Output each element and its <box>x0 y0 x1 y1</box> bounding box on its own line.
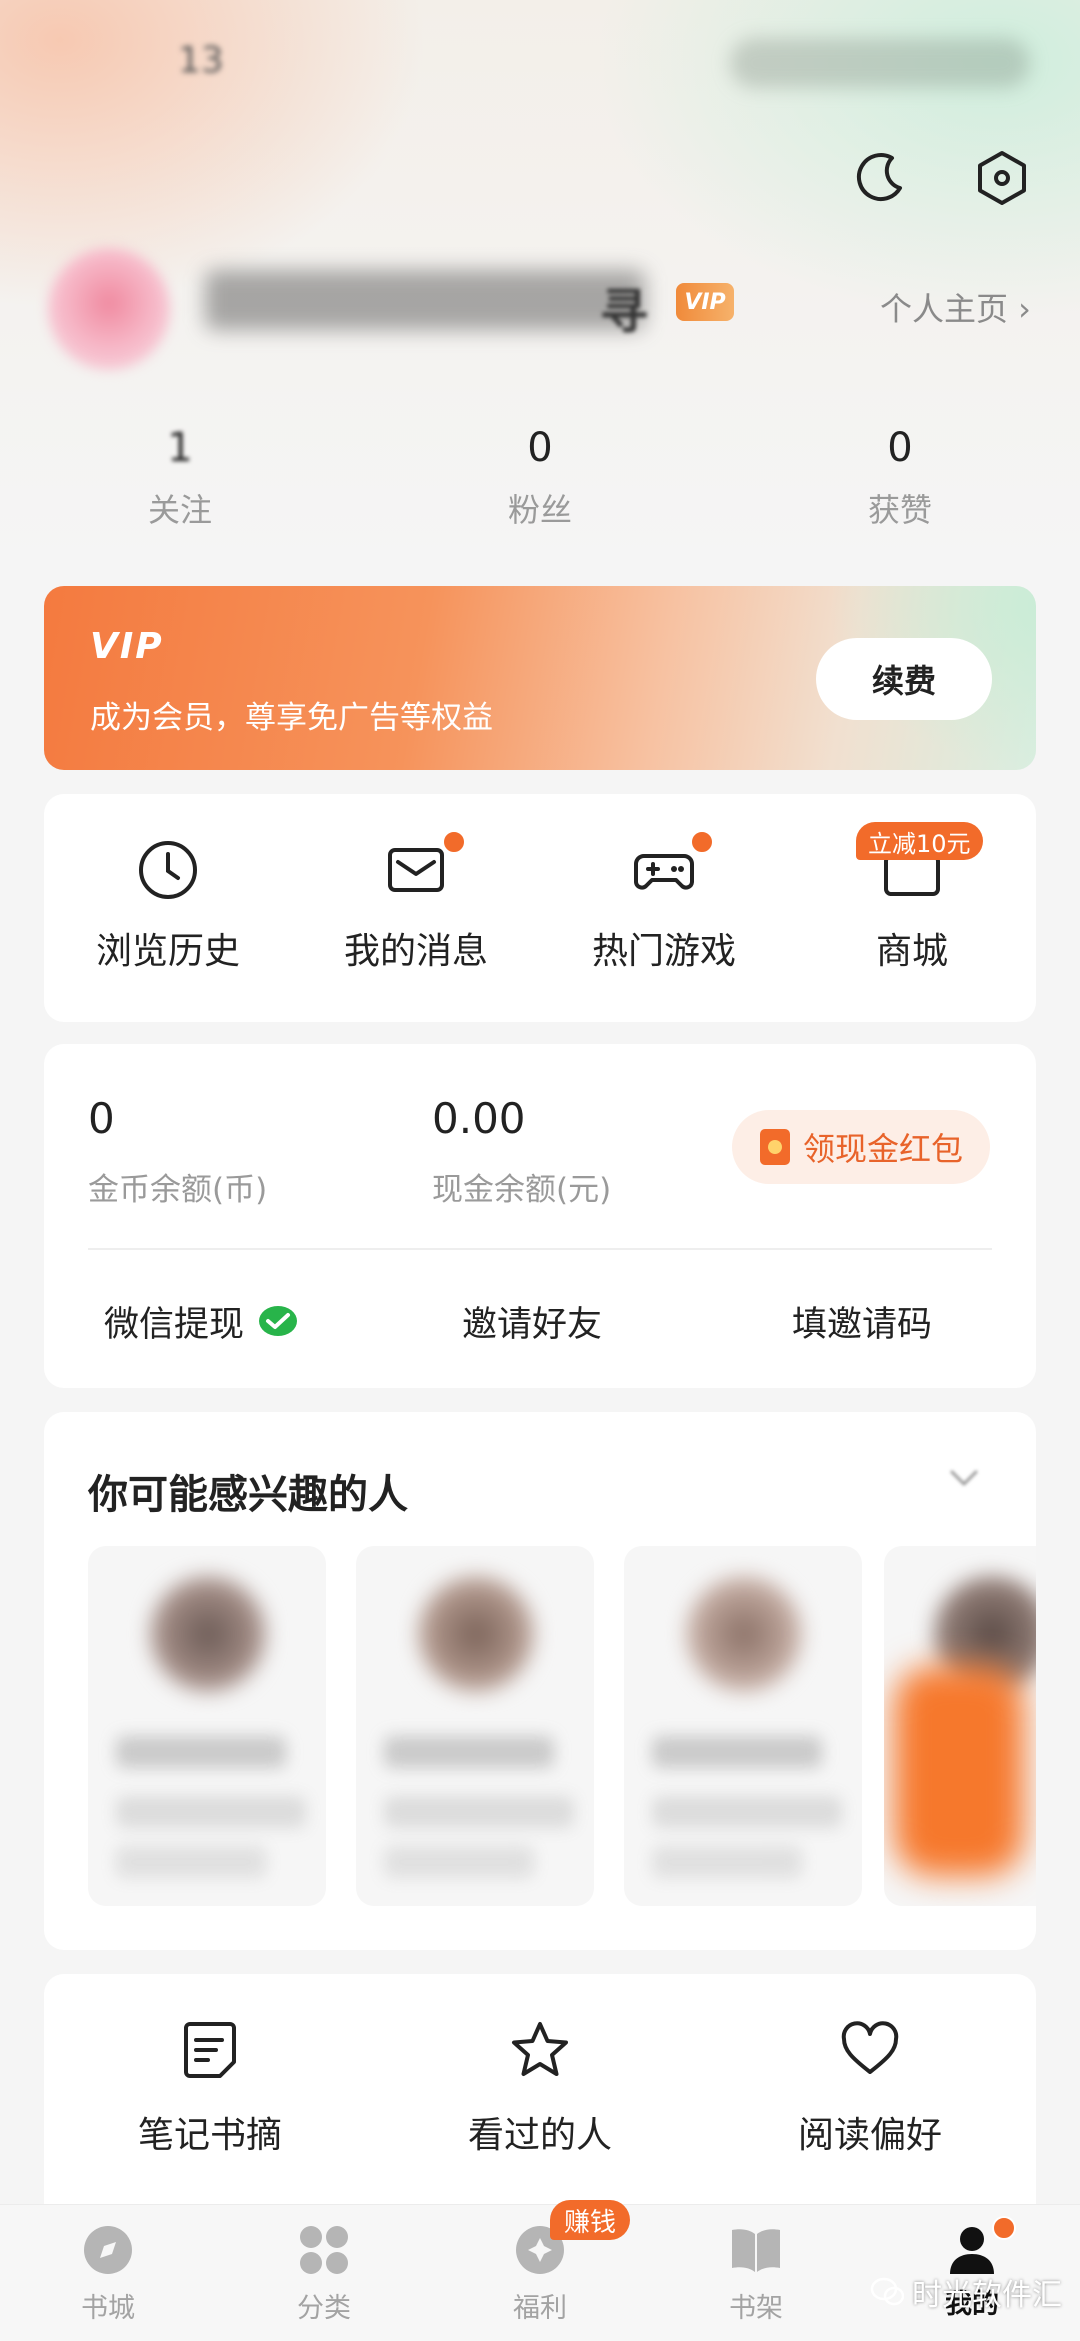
watermark-text: 时光软件汇 <box>912 2278 1062 2313</box>
red-packet-button[interactable]: 领现金红包 <box>732 1110 990 1184</box>
watermark: 时光软件汇 <box>870 2270 1062 2314</box>
gamepad-icon <box>634 854 694 890</box>
nav-bookshelf-label: 书架 <box>729 2293 783 2324</box>
nav-category[interactable]: 分类 <box>254 2224 394 2325</box>
shortcut-messages-label: 我的消息 <box>343 931 488 972</box>
nav-bookstore[interactable]: 书城 <box>38 2224 178 2325</box>
suggested-person-card[interactable] <box>884 1546 1036 1906</box>
person-info-blurred <box>384 1846 534 1878</box>
avatar[interactable] <box>48 248 170 370</box>
book-icon <box>732 2229 780 2272</box>
earn-money-tag: 赚钱 <box>550 2200 631 2240</box>
tool-reading-preference-label: 阅读偏好 <box>797 2115 942 2156</box>
star-icon <box>512 2022 568 2076</box>
stat-following-label: 关注 <box>147 491 212 529</box>
red-packet-label: 领现金红包 <box>802 1130 963 1168</box>
person-info-blurred <box>652 1846 802 1878</box>
nav-bookshelf[interactable]: 书架 <box>686 2224 826 2325</box>
person-name-blurred <box>116 1736 286 1768</box>
coin-balance-label: 金币余额(币) <box>88 1172 268 1208</box>
vip-badge: VIP <box>676 283 734 321</box>
mine-badge-dot <box>992 2216 1016 2240</box>
vip-description: 成为会员，尊享免广告等权益 <box>90 700 493 736</box>
wechat-icon <box>259 1305 298 1336</box>
stat-fans-label: 粉丝 <box>507 491 572 529</box>
wechat-withdraw-label: 微信提现 <box>104 1305 245 1345</box>
heart-icon <box>841 2021 899 2074</box>
stat-likes-label: 获赞 <box>867 491 932 529</box>
suggested-person-card[interactable] <box>356 1546 594 1906</box>
shop-discount-tag: 立减10元 <box>856 822 983 860</box>
stat-fans-value: 0 <box>527 425 553 471</box>
person-avatar <box>150 1576 266 1692</box>
person-orange-figure <box>894 1666 1024 1876</box>
shortcut-messages[interactable]: 我的消息 <box>296 830 536 974</box>
vip-logo: VIP <box>90 626 164 667</box>
suggested-people-title: 你可能感兴趣的人 <box>88 1472 408 1518</box>
red-packet-icon <box>759 1129 790 1165</box>
stat-likes-value: 0 <box>887 425 913 471</box>
shortcut-history[interactable]: 浏览历史 <box>48 836 288 974</box>
person-icon <box>950 2227 994 2274</box>
wechat-channel-icon <box>870 2277 904 2306</box>
stat-fans[interactable]: 0 粉丝 <box>440 425 640 531</box>
username-blurred <box>205 270 645 330</box>
coin-balance-value: 0 <box>88 1094 115 1143</box>
nav-bookstore-label: 书城 <box>81 2293 135 2324</box>
shortcut-games-label: 热门游戏 <box>591 931 736 972</box>
settings-hexagon-icon <box>978 151 1026 205</box>
tool-notes-label: 笔记书摘 <box>137 2115 282 2156</box>
person-info-blurred <box>384 1796 574 1828</box>
suggested-person-card[interactable] <box>88 1546 326 1906</box>
moon-icon <box>856 153 902 202</box>
stat-likes[interactable]: 0 获赞 <box>800 425 1000 531</box>
username-tail: 寻 <box>600 284 649 340</box>
stat-following[interactable]: 1 关注 <box>80 425 280 531</box>
tool-viewed-people[interactable]: 看过的人 <box>390 2018 690 2158</box>
status-time: 13 <box>178 40 224 81</box>
profile-page-link[interactable]: 个人主页 › <box>880 284 1031 330</box>
collapse-icon[interactable] <box>946 1466 982 1494</box>
wechat-withdraw-button[interactable]: 微信提现 <box>104 1296 298 1347</box>
stat-following-value: 1 <box>167 425 193 471</box>
person-name-blurred <box>652 1736 822 1768</box>
note-icon <box>184 2022 236 2078</box>
invite-friends-button[interactable]: 邀请好友 <box>462 1296 602 1347</box>
cash-balance-value: 0.00 <box>432 1094 526 1143</box>
settings-button[interactable] <box>970 146 1034 210</box>
shortcut-history-label: 浏览历史 <box>95 931 240 972</box>
person-info-blurred <box>116 1796 306 1828</box>
night-mode-button[interactable] <box>848 146 912 210</box>
vip-banner[interactable]: VIP 成为会员，尊享免广告等权益 续费 <box>44 586 1036 770</box>
status-icons <box>730 38 1030 88</box>
enter-invite-code-button[interactable]: 填邀请码 <box>792 1296 932 1347</box>
person-info-blurred <box>652 1796 842 1828</box>
shortcut-games[interactable]: 热门游戏 <box>544 830 784 974</box>
suggested-person-card[interactable] <box>624 1546 862 1906</box>
wallet-divider <box>88 1248 992 1250</box>
person-avatar <box>418 1576 534 1692</box>
person-info-blurred <box>116 1846 266 1878</box>
tool-notes[interactable]: 笔记书摘 <box>60 2018 360 2158</box>
messages-badge-dot <box>442 830 466 854</box>
person-name-blurred <box>384 1736 554 1768</box>
nav-category-label: 分类 <box>297 2293 351 2324</box>
cash-balance-label: 现金余额(元) <box>432 1172 612 1208</box>
nav-welfare-label: 福利 <box>513 2293 567 2324</box>
shortcut-shop-label: 商城 <box>875 931 948 972</box>
clock-icon <box>139 841 197 899</box>
person-avatar <box>686 1576 802 1692</box>
games-badge-dot <box>690 830 714 854</box>
renew-button[interactable]: 续费 <box>816 638 992 720</box>
tool-reading-preference[interactable]: 阅读偏好 <box>720 2018 1020 2158</box>
mail-icon <box>388 848 444 892</box>
tool-viewed-people-label: 看过的人 <box>467 2115 612 2156</box>
compass-icon <box>84 2226 132 2274</box>
grid-icon <box>300 2226 348 2274</box>
